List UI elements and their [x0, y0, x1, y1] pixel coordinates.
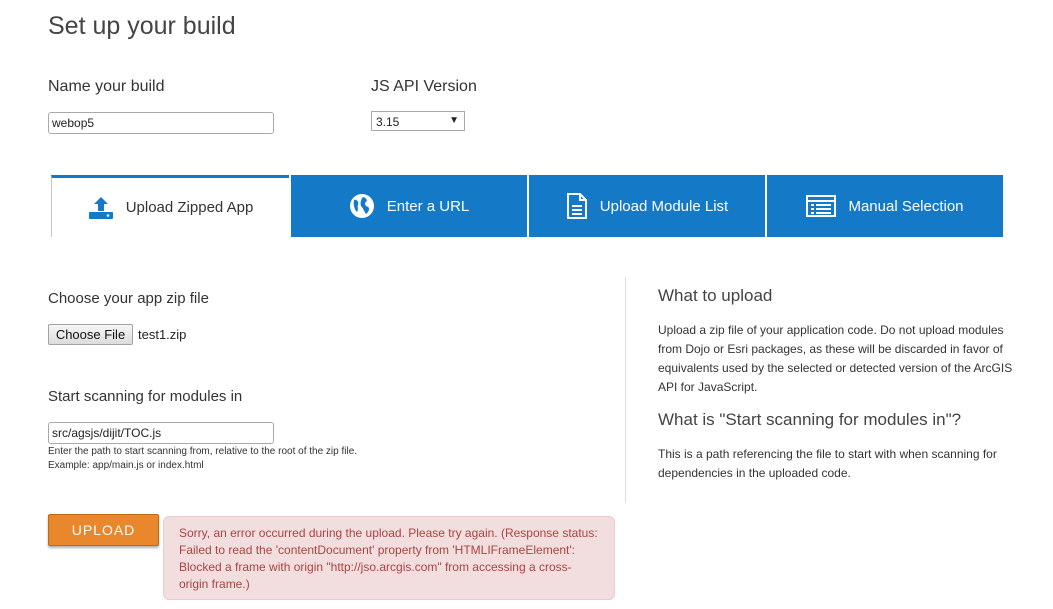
choose-file-button[interactable]: Choose File	[48, 324, 133, 345]
tab-upload-zipped-app[interactable]: Upload Zipped App	[51, 175, 289, 237]
tab-upload-module-list[interactable]: Upload Module List	[529, 175, 765, 237]
tab-enter-url[interactable]: Enter a URL	[291, 175, 527, 237]
tab-label: Upload Zipped App	[125, 199, 254, 216]
dropdown-arrow-icon: ▼	[449, 115, 459, 126]
build-name-label: Name your build	[48, 78, 165, 95]
scan-help-text: Enter the path to start scanning from, r…	[48, 446, 358, 457]
globe-icon	[349, 193, 375, 219]
what-to-upload-text: Upload a zip file of your application co…	[658, 323, 1013, 394]
scan-help-example: Example: app/main.js or index.html	[48, 460, 204, 471]
scan-path-label: Start scanning for modules in	[48, 388, 243, 405]
column-divider	[625, 277, 626, 503]
selected-file-name: test1.zip	[138, 327, 187, 342]
scan-info-heading: What is "Start scanning for modules in"?	[658, 410, 962, 429]
tab-label: Upload Module List	[599, 197, 729, 215]
scan-path-input[interactable]	[48, 422, 274, 444]
scan-info-text: This is a path referencing the file to s…	[658, 447, 997, 480]
error-alert: Sorry, an error occurred during the uplo…	[163, 516, 615, 600]
tab-label: Enter a URL	[386, 197, 470, 215]
zip-file-label: Choose your app zip file	[48, 290, 209, 307]
api-version-value: 3.15	[376, 115, 400, 129]
page-title: Set up your build	[48, 12, 236, 40]
error-message: Sorry, an error occurred during the uplo…	[179, 526, 598, 591]
tab-label: Manual Selection	[848, 197, 964, 215]
api-version-select[interactable]: 3.15 ▼	[371, 111, 465, 131]
api-version-label: JS API Version	[371, 78, 477, 95]
upload-icon	[88, 196, 114, 220]
source-tabs: Upload Zipped App Enter a URL Upload Mod…	[51, 175, 1003, 237]
tab-manual-selection[interactable]: Manual Selection	[767, 175, 1003, 237]
what-to-upload-heading: What to upload	[658, 286, 773, 305]
list-icon	[806, 195, 837, 217]
document-icon	[566, 193, 588, 219]
build-name-input[interactable]	[48, 112, 274, 134]
upload-button[interactable]: UPLOAD	[48, 514, 159, 546]
